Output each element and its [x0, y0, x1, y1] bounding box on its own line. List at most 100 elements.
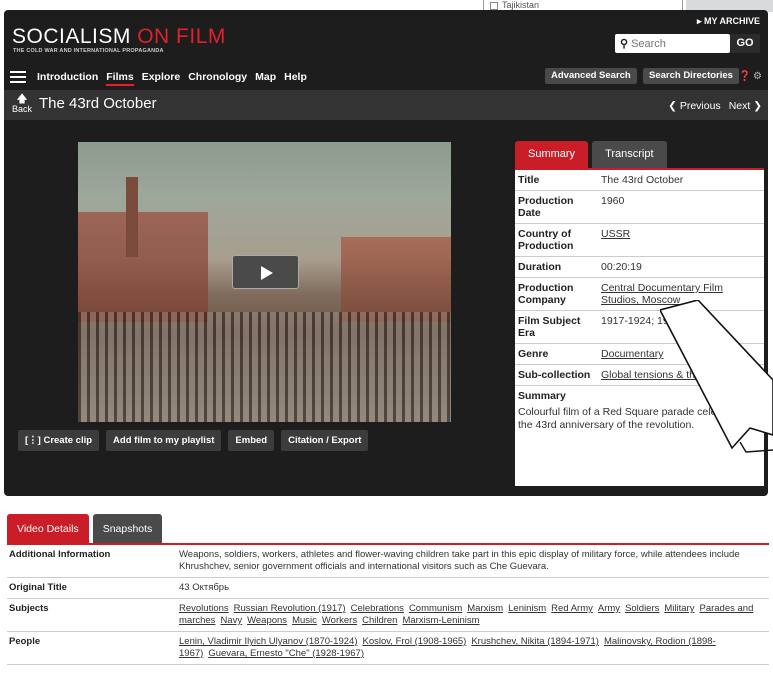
- nav-links: Introduction Films Explore Chronology Map Hel…: [37, 71, 307, 86]
- summary-value: The 43rd October: [601, 174, 684, 186]
- my-archive-link[interactable]: ▸ MY ARCHIVE: [697, 16, 760, 27]
- row-label: Subjects: [9, 603, 49, 614]
- citation-export-button[interactable]: Citation / Export: [281, 430, 369, 451]
- back-arrow-icon: 🡅: [16, 93, 28, 105]
- previous-link[interactable]: ❮ Previous: [668, 100, 721, 112]
- summary-table: Title The 43rd October Production Date 1960…: [515, 168, 764, 486]
- subject-link[interactable]: Navy: [220, 615, 242, 626]
- search-input[interactable]: [631, 37, 712, 50]
- search-box[interactable]: ⚲: [615, 34, 730, 53]
- nav-item-films[interactable]: Films: [106, 71, 134, 86]
- checkbox[interactable]: [490, 1, 498, 10]
- back-button[interactable]: 🡅 Back: [12, 93, 33, 115]
- help-icon[interactable]: ❓⚙: [739, 71, 764, 82]
- video-still-tower: [126, 177, 138, 257]
- subject-link[interactable]: Marxism: [467, 603, 503, 614]
- nav-item-explore[interactable]: Explore: [142, 71, 181, 86]
- table-row: People Lenin, Vladimir Ilyich Ulyanov (1…: [7, 632, 769, 665]
- summary-value[interactable]: Documentary: [597, 344, 764, 364]
- video-toolbar: [⋮] Create clip Add film to my playlist …: [18, 430, 369, 451]
- summary-label: Film Subject Era: [518, 315, 581, 339]
- play-button[interactable]: [232, 255, 299, 289]
- advanced-search-button[interactable]: Advanced Search: [545, 68, 637, 84]
- summary-row: Sub-collection Global tensions & the Cold…: [515, 365, 764, 386]
- summary-row: Film Subject Era 1917-1924; 19: [515, 311, 764, 344]
- site-logo[interactable]: SOCIALISM ON FILM: [12, 25, 226, 49]
- subject-link[interactable]: Army: [598, 603, 620, 614]
- subject-link[interactable]: Soldiers: [625, 603, 659, 614]
- tab-video-details[interactable]: Video Details: [7, 514, 89, 544]
- video-still-building: [341, 237, 451, 322]
- subject-link[interactable]: Russian Revolution (1917): [234, 603, 346, 614]
- pager: ❮ Previous Next ❯: [660, 100, 762, 112]
- create-clip-label: Create clip: [43, 435, 93, 446]
- create-clip-button[interactable]: [⋮] Create clip: [18, 430, 100, 451]
- subject-link[interactable]: Weapons: [247, 615, 287, 626]
- nav-item-map[interactable]: Map: [255, 71, 276, 86]
- nav-item-introduction[interactable]: Introduction: [37, 71, 98, 86]
- summary-value[interactable]: USSR: [597, 224, 764, 256]
- subject-link[interactable]: Workers: [322, 615, 357, 626]
- table-row: Additional Information Weapons, soldiers…: [7, 545, 769, 578]
- summary-value: 1960: [601, 195, 625, 207]
- summary-label: Production Date: [518, 195, 574, 219]
- subject-link[interactable]: Music: [292, 615, 317, 626]
- video-still-crowd: [78, 312, 451, 422]
- summary-row: Production Company Central Documentary Fi…: [515, 278, 764, 311]
- subject-link[interactable]: Revolutions: [179, 603, 229, 614]
- nav-item-chronology[interactable]: Chronology: [188, 71, 247, 86]
- logo-text-accent: ON FILM: [137, 25, 226, 48]
- search-icon: ⚲: [620, 38, 629, 50]
- search-directories-button[interactable]: Search Directories: [643, 68, 739, 84]
- clip-icon: [⋮]: [25, 435, 41, 446]
- subject-link[interactable]: Children: [362, 615, 397, 626]
- next-link[interactable]: Next ❯: [729, 100, 762, 112]
- people-link[interactable]: Krushchev, Nikita (1894-1971): [471, 636, 599, 647]
- summary-value[interactable]: Global tensions & the Cold W: [597, 365, 764, 385]
- video-frame[interactable]: [78, 142, 451, 422]
- summary-tabs: Summary Transcript: [515, 141, 764, 168]
- video-player: [4, 120, 514, 462]
- summary-label: Title: [518, 174, 540, 186]
- row-label: Additional Information: [9, 549, 111, 560]
- summary-label: Country of Production: [518, 228, 574, 252]
- subject-link[interactable]: Red Army: [551, 603, 593, 614]
- summary-label: Duration: [518, 261, 562, 273]
- table-row: Original Title 43 Октябрь: [7, 578, 769, 599]
- video-still-building: [78, 212, 208, 322]
- video-details-table: Additional Information Weapons, soldiers…: [7, 545, 769, 665]
- people-link[interactable]: Guevara, Ernesto "Che" (1928-1967): [208, 648, 364, 659]
- summary-row: Title The 43rd October: [515, 170, 764, 191]
- summary-value: 1917-1924; 19: [601, 315, 669, 327]
- logo-text: SOCIALISM: [12, 25, 138, 48]
- subject-link[interactable]: Celebrations: [351, 603, 404, 614]
- page-title: The 43rd October: [39, 95, 157, 112]
- subject-link[interactable]: Leninism: [508, 603, 546, 614]
- people-links: Lenin, Vladimir Ilyich Ulyanov (1870-192…: [177, 632, 769, 664]
- add-to-playlist-button[interactable]: Add film to my playlist: [106, 430, 222, 451]
- nav-item-help[interactable]: Help: [284, 71, 307, 86]
- tab-summary[interactable]: Summary: [515, 141, 589, 168]
- tab-transcript[interactable]: Transcript: [592, 141, 667, 168]
- summary-row: Duration 00:20:19: [515, 257, 764, 278]
- people-link[interactable]: Lenin, Vladimir Ilyich Ulyanov (1870-192…: [179, 636, 357, 647]
- details-tabs: Video Details Snapshots: [7, 514, 163, 544]
- row-label: People: [9, 636, 41, 647]
- site-tagline: THE COLD WAR AND INTERNATIONAL PROPAGAND…: [13, 48, 164, 54]
- people-link[interactable]: Koslov, Frol (1908-1965): [362, 636, 466, 647]
- embed-button[interactable]: Embed: [228, 430, 275, 451]
- table-row: Subjects Revolutions Russian Revolution (…: [7, 599, 769, 632]
- subject-link[interactable]: Communism: [409, 603, 462, 614]
- tab-snapshots[interactable]: Snapshots: [92, 514, 163, 544]
- summary-value[interactable]: Central Documentary Film Studios, Moscow: [597, 278, 764, 310]
- row-label: Original Title: [9, 582, 67, 593]
- go-button[interactable]: GO: [730, 34, 760, 53]
- summary-panel: Summary Transcript Title The 43rd October…: [515, 141, 764, 486]
- menu-icon[interactable]: [10, 71, 26, 83]
- summary-value: 00:20:19: [601, 261, 642, 273]
- back-label: Back: [12, 104, 33, 114]
- summary-row: Production Date 1960: [515, 191, 764, 224]
- subject-link[interactable]: Military: [664, 603, 694, 614]
- subject-link[interactable]: Marxism-Leninism: [402, 615, 479, 626]
- row-value: Weapons, soldiers, workers, athletes and…: [179, 549, 740, 572]
